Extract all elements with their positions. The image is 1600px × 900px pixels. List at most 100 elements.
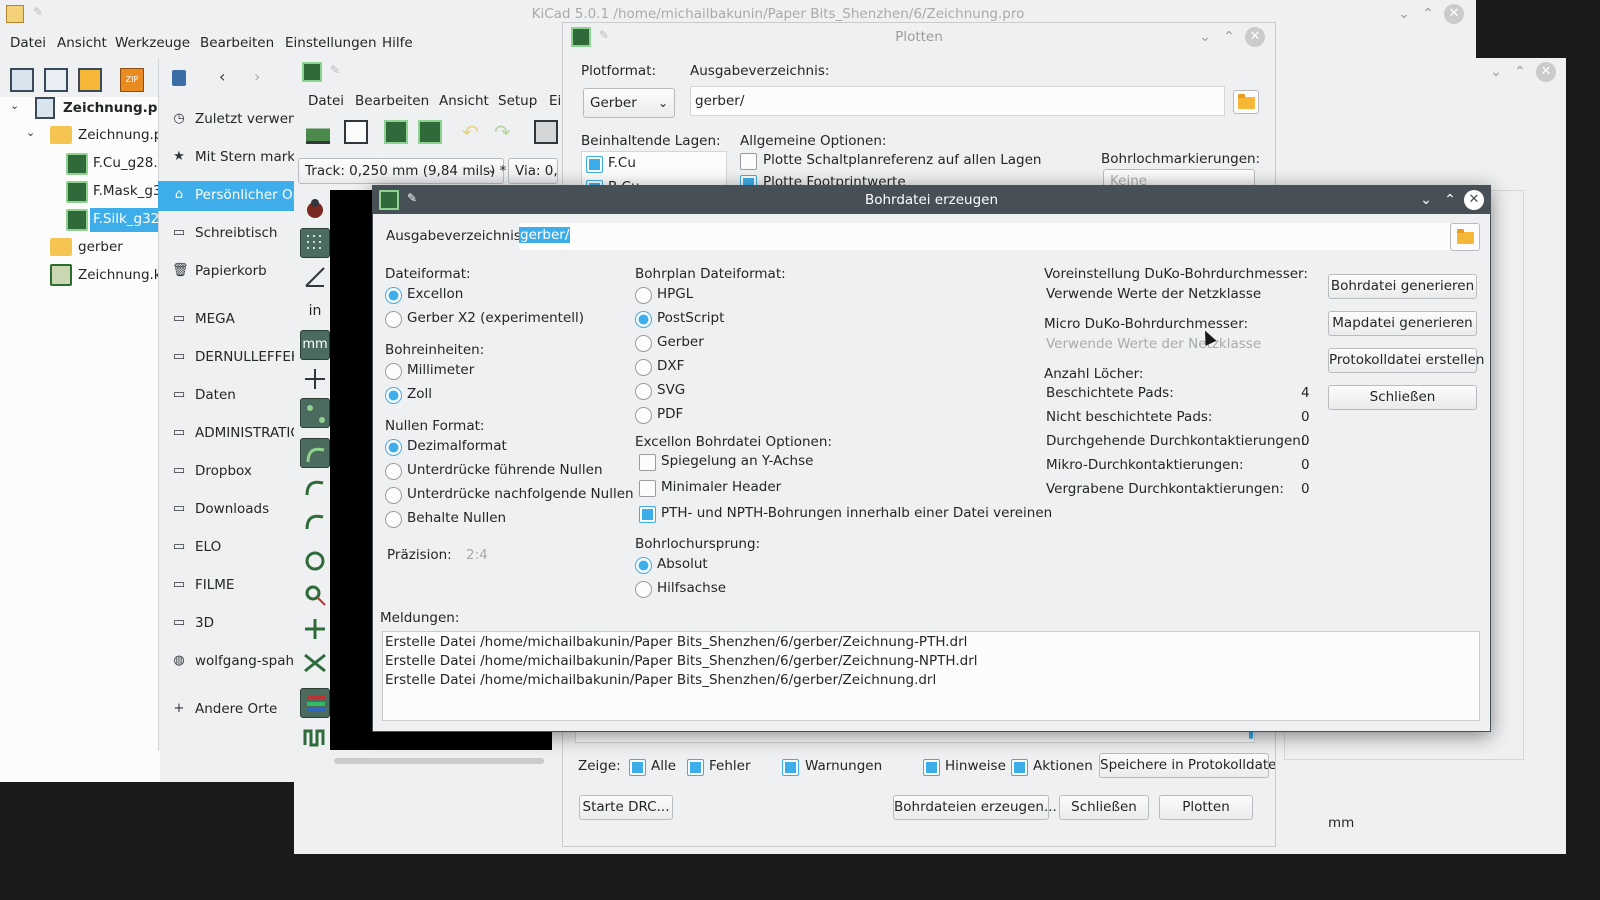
- save-log-button[interactable]: Speichere in Protokolldatei: [1099, 753, 1275, 778]
- sidebar-item[interactable]: ▭ Dropbox: [158, 457, 298, 487]
- menu-hilfe[interactable]: Hilfe: [382, 35, 413, 51]
- zeros-keep-radio[interactable]: [385, 511, 402, 528]
- origin-absolute-radio[interactable]: [635, 557, 652, 574]
- minimize-button[interactable]: ⌄: [1416, 190, 1436, 210]
- archive-zip-icon[interactable]: ZIP: [120, 68, 144, 92]
- drill-titlebar[interactable]: ✎ Bohrdatei erzeugen ⌄ ⌃ ✕: [373, 186, 1490, 214]
- map-pdf-radio[interactable]: [635, 407, 652, 424]
- units-inch-icon[interactable]: in: [300, 296, 330, 326]
- via-icon[interactable]: [300, 472, 330, 502]
- plot-outdir-input[interactable]: gerber/: [690, 86, 1225, 116]
- sidebar-item[interactable]: 🗑 Papierkorb: [158, 257, 298, 287]
- filter-all-checkbox[interactable]: [629, 759, 646, 776]
- plot-button[interactable]: Plotten: [1159, 795, 1253, 820]
- close-button[interactable]: ✕: [1536, 62, 1556, 82]
- generate-drill-file-button[interactable]: Bohrdatei generieren: [1328, 274, 1477, 299]
- map-dxf-radio[interactable]: [635, 359, 652, 376]
- menu-bearbeiten[interactable]: Bearbeiten: [200, 35, 274, 51]
- local-ratsnest-icon[interactable]: [300, 580, 330, 610]
- filter-infos-checkbox[interactable]: [923, 759, 940, 776]
- layer-checkbox[interactable]: [586, 156, 603, 173]
- menu-datei[interactable]: Datei: [308, 93, 344, 109]
- tree-row[interactable]: F.Cu_g28.k: [0, 152, 165, 176]
- page-settings-icon[interactable]: [344, 120, 368, 144]
- polar-coords-icon[interactable]: [300, 262, 330, 292]
- sidebar-item[interactable]: ▭ Schreibtisch: [158, 219, 298, 249]
- close-button[interactable]: ✕: [1245, 27, 1265, 47]
- sidebar-item[interactable]: ▭ FILME: [158, 571, 298, 601]
- minimize-button[interactable]: ⌄: [1486, 62, 1506, 82]
- folder-icon[interactable]: [1450, 223, 1480, 251]
- menu-setup[interactable]: Setup: [498, 93, 537, 109]
- footprint-viewer-icon[interactable]: [418, 120, 442, 144]
- bookmark-icon[interactable]: [172, 70, 186, 86]
- generate-map-file-button[interactable]: Mapdatei generieren: [1328, 311, 1477, 336]
- generate-drill-files-button[interactable]: Bohrdateien erzeugen...: [893, 795, 1057, 820]
- scrollbar[interactable]: [334, 758, 544, 764]
- mirror-y-checkbox[interactable]: [639, 454, 656, 471]
- units-inch-radio[interactable]: [385, 387, 402, 404]
- filter-warnings-checkbox[interactable]: [782, 759, 799, 776]
- map-svg-radio[interactable]: [635, 383, 652, 400]
- zeros-suppress-trailing-radio[interactable]: [385, 487, 402, 504]
- zeros-suppress-leading-radio[interactable]: [385, 463, 402, 480]
- sidebar-item[interactable]: ◍ wolfgang-spahn: [158, 647, 298, 677]
- merge-pth-npth-checkbox[interactable]: [639, 506, 656, 523]
- tree-row[interactable]: gerber: [0, 236, 160, 260]
- grid-icon[interactable]: [300, 228, 330, 258]
- sidebar-item[interactable]: ▭ Downloads: [158, 495, 298, 525]
- plot-sheet-ref-checkbox[interactable]: [740, 153, 757, 170]
- maximize-button[interactable]: ⌃: [1418, 4, 1438, 24]
- plot-titlebar[interactable]: ✎ Plotten ⌄ ⌃ ✕: [563, 23, 1275, 51]
- map-hpgl-radio[interactable]: [635, 287, 652, 304]
- sidebar-item[interactable]: ▭ Daten: [158, 381, 298, 411]
- cursor-shape-icon[interactable]: [300, 364, 330, 394]
- units-mm-icon[interactable]: mm: [300, 330, 330, 360]
- sidebar-item[interactable]: ▭ MEGA: [158, 305, 298, 335]
- folder-icon[interactable]: [1233, 90, 1259, 114]
- pin-icon[interactable]: ✎: [330, 63, 340, 77]
- sidebar-item[interactable]: ▭ 3D: [158, 609, 298, 639]
- map-gerber-radio[interactable]: [635, 335, 652, 352]
- open-project-icon[interactable]: [78, 68, 102, 92]
- redo-icon[interactable]: ↷: [494, 120, 518, 144]
- create-report-button[interactable]: Protokolldatei erstellen: [1328, 348, 1484, 373]
- print-icon[interactable]: [534, 120, 558, 144]
- origin-aux-axis-radio[interactable]: [635, 581, 652, 598]
- menu-werkzeuge[interactable]: Werkzeuge: [115, 35, 190, 51]
- plot-close-button[interactable]: Schließen: [1059, 795, 1149, 820]
- drill-outdir-input[interactable]: gerber/: [519, 223, 1451, 250]
- track-width-select[interactable]: Track: 0,250 mm (9,84 mils) * ⌄: [298, 158, 506, 184]
- undo-icon[interactable]: ↶: [462, 120, 486, 144]
- messages-box[interactable]: Erstelle Datei /home/michailbakunin/Pape…: [382, 631, 1480, 721]
- format-gerberx2-radio[interactable]: [385, 311, 402, 328]
- units-mm-radio[interactable]: [385, 363, 402, 380]
- tree-row[interactable]: Zeichnung.ki: [0, 264, 165, 288]
- minimize-button[interactable]: ⌄: [1394, 4, 1414, 24]
- zeros-decimal-radio[interactable]: [385, 439, 402, 456]
- maximize-button[interactable]: ⌃: [1219, 27, 1239, 47]
- menu-ansicht[interactable]: Ansicht: [57, 35, 107, 51]
- menu-ansicht[interactable]: Ansicht: [439, 93, 489, 109]
- maximize-button[interactable]: ⌃: [1510, 62, 1530, 82]
- maximize-button[interactable]: ⌃: [1440, 190, 1460, 210]
- sidebar-item[interactable]: ◷ Zuletzt verwendet: [158, 105, 298, 135]
- measure-icon[interactable]: [300, 614, 330, 644]
- layers-icon[interactable]: [300, 688, 330, 718]
- highlight-net-icon[interactable]: [300, 546, 330, 576]
- close-button[interactable]: ✕: [1444, 4, 1464, 24]
- zone-icon[interactable]: [300, 506, 330, 536]
- track-icon[interactable]: [300, 438, 330, 468]
- plot-format-select[interactable]: Gerber ⌄: [583, 88, 675, 118]
- new-from-template-icon[interactable]: [44, 68, 68, 92]
- map-postscript-radio[interactable]: [635, 311, 652, 328]
- minimal-header-checkbox[interactable]: [639, 480, 656, 497]
- new-project-icon[interactable]: [10, 68, 34, 92]
- footprint-editor-icon[interactable]: [384, 120, 408, 144]
- tree-row[interactable]: ⌄ Zeichnung.pro: [0, 124, 176, 148]
- microwave-icon[interactable]: [300, 722, 330, 752]
- sidebar-item[interactable]: ▭ ELO: [158, 533, 298, 563]
- chevron-down-icon[interactable]: ⌄: [26, 126, 35, 139]
- menu-einstellungen[interactable]: Einstellungen: [285, 35, 377, 51]
- sidebar-item[interactable]: ★ Mit Stern markiert: [158, 143, 298, 173]
